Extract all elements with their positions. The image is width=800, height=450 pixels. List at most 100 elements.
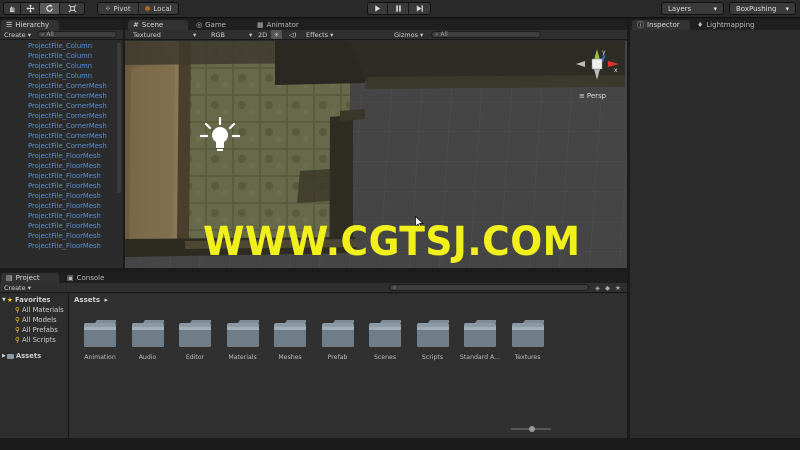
orientation-gizmo[interactable]: y x bbox=[572, 46, 622, 86]
favorite-item[interactable]: ⚲ All Models bbox=[0, 315, 68, 325]
tab-scene[interactable]: # Scene bbox=[128, 20, 188, 30]
project-tab-icon: ▤ bbox=[6, 274, 13, 282]
hand-icon bbox=[10, 6, 15, 13]
tab-game[interactable]: ◎ Game bbox=[191, 20, 249, 30]
breadcrumb[interactable]: Assets ▸ bbox=[74, 296, 108, 304]
asset-folder[interactable]: Standard A... bbox=[456, 319, 504, 361]
folder-label: Editor bbox=[185, 354, 205, 361]
scene-viewport[interactable]: y x ≡ Persp WWW.CGTSJ.COM bbox=[125, 41, 627, 268]
star-icon: ★ bbox=[6, 296, 13, 304]
gizmo-y-label: y bbox=[602, 49, 606, 56]
local-label: Local bbox=[153, 4, 172, 13]
favorites-label: Favorites bbox=[14, 296, 51, 304]
tab-hierarchy[interactable]: ☰ Hierarchy bbox=[1, 20, 59, 30]
hierarchy-scrollbar[interactable] bbox=[117, 43, 121, 193]
project-create-button[interactable]: Create ▾ bbox=[4, 284, 31, 292]
draw-mode-dropdown[interactable]: Textured bbox=[133, 31, 161, 39]
search-icon: ⚲ bbox=[15, 326, 20, 334]
scene-search-input[interactable]: ⌕ All bbox=[431, 31, 541, 38]
asset-folder[interactable]: Textures bbox=[504, 319, 552, 361]
gizmo-x-label: x bbox=[614, 67, 618, 74]
search-icon: ⚲ bbox=[15, 336, 20, 344]
hierarchy-item[interactable]: ProjectFile_Column bbox=[0, 41, 123, 51]
asset-folder[interactable]: Animation bbox=[76, 319, 124, 361]
project-search-input[interactable]: ⌕ bbox=[389, 284, 589, 291]
favorites-header[interactable]: ▼ ★ Favorites bbox=[0, 295, 68, 305]
info-icon: ⓘ bbox=[637, 21, 644, 29]
hierarchy-item[interactable]: ProjectFile_FloorMesh bbox=[0, 171, 123, 181]
search-icon: ⌕ bbox=[40, 30, 45, 38]
breadcrumb-label: Assets bbox=[74, 296, 101, 304]
play-icon bbox=[375, 5, 381, 12]
hierarchy-item[interactable]: ProjectFile_CornerMesh bbox=[0, 101, 123, 111]
gizmos-dropdown[interactable]: Gizmos ▾ bbox=[394, 31, 423, 39]
tab-lightmapping[interactable]: ♦ Lightmapping bbox=[692, 20, 762, 30]
perspective-toggle[interactable]: ≡ Persp bbox=[579, 92, 606, 100]
star-icon[interactable]: ★ bbox=[615, 284, 621, 292]
hierarchy-item[interactable]: ProjectFile_FloorMesh bbox=[0, 211, 123, 221]
render-mode-label: RGB bbox=[211, 30, 226, 39]
inspector-tabbar: ⓘ Inspector ♦ Lightmapping bbox=[630, 19, 800, 30]
step-button[interactable] bbox=[409, 3, 430, 14]
game-tab-icon: ◎ bbox=[196, 21, 203, 29]
2d-toggle-button[interactable]: 2D bbox=[258, 31, 267, 39]
favorite-item[interactable]: ⚲ All Prefabs bbox=[0, 325, 68, 335]
hierarchy-item[interactable]: ProjectFile_CornerMesh bbox=[0, 81, 123, 91]
layout-dropdown[interactable]: BoxPushing ▾ bbox=[729, 2, 796, 15]
tab-inspector[interactable]: ⓘ Inspector bbox=[632, 20, 690, 30]
filter-label-icon[interactable]: ◆ bbox=[605, 284, 610, 292]
rotate-tool-button[interactable] bbox=[40, 3, 60, 14]
asset-folder[interactable]: Scenes bbox=[361, 319, 409, 361]
inspector-panel: ⓘ Inspector ♦ Lightmapping bbox=[630, 19, 800, 438]
chevron-right-icon: ▸ bbox=[104, 296, 108, 304]
move-icon bbox=[26, 4, 34, 13]
asset-folder[interactable]: Audio bbox=[124, 319, 172, 361]
asset-folder[interactable]: Meshes bbox=[266, 319, 314, 361]
icon-size-slider[interactable] bbox=[511, 426, 551, 432]
hierarchy-create-button[interactable]: Create ▾ bbox=[4, 31, 31, 39]
scene-lighting-toggle[interactable]: ✳ bbox=[271, 30, 282, 39]
scene-audio-toggle[interactable]: ◁) bbox=[289, 31, 297, 39]
hierarchy-item[interactable]: ProjectFile_FloorMesh bbox=[0, 241, 123, 251]
hierarchy-item[interactable]: ProjectFile_FloorMesh bbox=[0, 191, 123, 201]
hierarchy-item[interactable]: ProjectFile_CornerMesh bbox=[0, 121, 123, 131]
slider-knob[interactable] bbox=[529, 426, 535, 432]
asset-folder[interactable]: Prefab bbox=[314, 319, 362, 361]
hierarchy-item[interactable]: ProjectFile_Column bbox=[0, 71, 123, 81]
filter-type-icon[interactable]: ◈ bbox=[595, 284, 600, 292]
favorite-item[interactable]: ⚲ All Materials bbox=[0, 305, 68, 315]
effects-label: Effects bbox=[306, 30, 329, 39]
hierarchy-item[interactable]: ProjectFile_CornerMesh bbox=[0, 141, 123, 151]
move-tool-button[interactable] bbox=[21, 3, 40, 14]
tab-animator[interactable]: ▦ Animator bbox=[252, 20, 320, 30]
hierarchy-item[interactable]: ProjectFile_Column bbox=[0, 61, 123, 71]
layers-dropdown[interactable]: Layers ▾ bbox=[661, 2, 724, 15]
render-mode-dropdown[interactable]: RGB bbox=[211, 31, 225, 39]
hierarchy-item[interactable]: ProjectFile_FloorMesh bbox=[0, 161, 123, 171]
hierarchy-item[interactable]: ProjectFile_CornerMesh bbox=[0, 111, 123, 121]
light-bulb-icon[interactable] bbox=[200, 116, 240, 156]
hand-tool-button[interactable] bbox=[4, 3, 21, 14]
hierarchy-search-input[interactable]: ⌕ All bbox=[36, 30, 117, 38]
hierarchy-item[interactable]: ProjectFile_CornerMesh bbox=[0, 131, 123, 141]
pivot-button[interactable]: ⊹ Pivot bbox=[98, 3, 139, 14]
hierarchy-item[interactable]: ProjectFile_FloorMesh bbox=[0, 231, 123, 241]
assets-tree-header[interactable]: ▶ Assets bbox=[0, 351, 68, 361]
scale-tool-button[interactable] bbox=[60, 3, 84, 14]
favorite-item[interactable]: ⚲ All Scripts bbox=[0, 335, 68, 345]
hierarchy-item[interactable]: ProjectFile_FloorMesh bbox=[0, 201, 123, 211]
hierarchy-item[interactable]: ProjectFile_Column bbox=[0, 51, 123, 61]
asset-folder[interactable]: Scripts bbox=[409, 319, 457, 361]
hierarchy-item[interactable]: ProjectFile_FloorMesh bbox=[0, 181, 123, 191]
hierarchy-item[interactable]: ProjectFile_FloorMesh bbox=[0, 221, 123, 231]
pause-button[interactable] bbox=[388, 3, 409, 14]
tab-project[interactable]: ▤ Project bbox=[1, 273, 59, 283]
hierarchy-item[interactable]: ProjectFile_CornerMesh bbox=[0, 91, 123, 101]
tab-console[interactable]: ▣ Console bbox=[62, 273, 120, 283]
hierarchy-item[interactable]: ProjectFile_FloorMesh bbox=[0, 151, 123, 161]
play-button[interactable] bbox=[368, 3, 389, 14]
effects-dropdown[interactable]: Effects ▾ bbox=[306, 31, 333, 39]
asset-folder[interactable]: Materials bbox=[219, 319, 267, 361]
local-button[interactable]: Local bbox=[139, 3, 178, 14]
asset-folder[interactable]: Editor bbox=[171, 319, 219, 361]
